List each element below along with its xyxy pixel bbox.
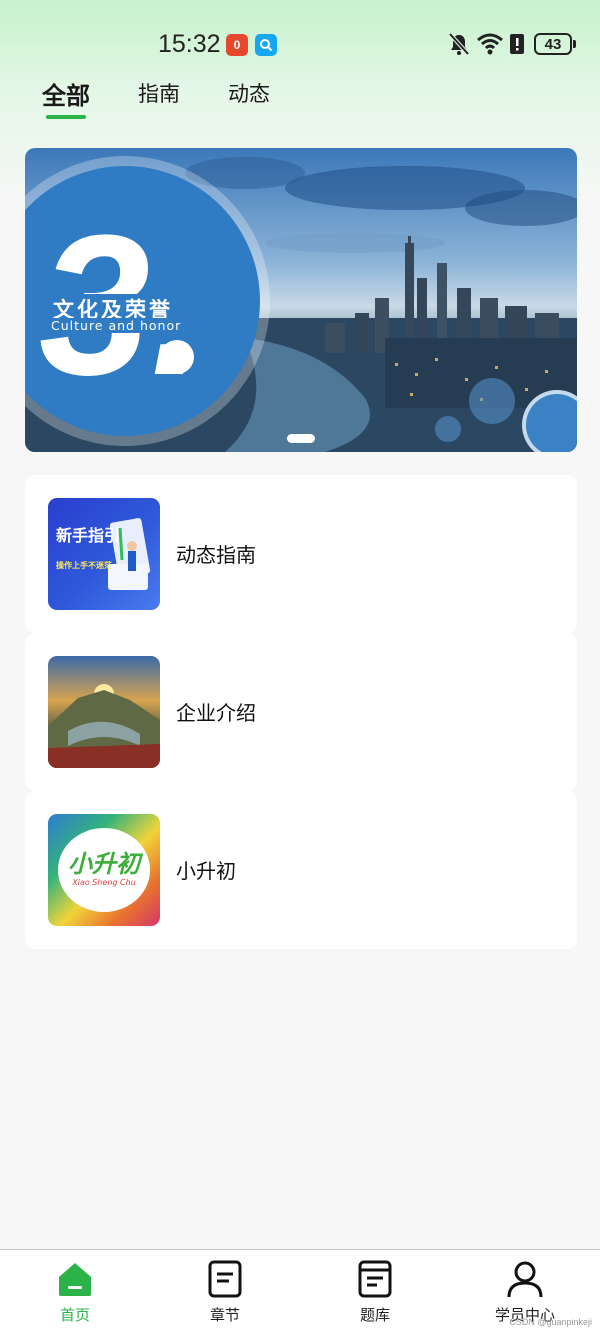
search-app-notification-icon — [255, 34, 277, 56]
banner-dot-decoration — [160, 340, 194, 374]
chapter-icon — [208, 1260, 242, 1298]
list-item-label: 企业介绍 — [176, 701, 256, 725]
nav-item-question-bank[interactable]: 题库 — [300, 1250, 450, 1333]
list-item[interactable]: 新手指引 操作上手不迷茫 动态指南 — [25, 475, 577, 633]
thumbnail-title: 小升初 — [68, 850, 140, 878]
banner-bubble — [435, 416, 461, 442]
list-item-thumbnail: 新手指引 操作上手不迷茫 — [48, 498, 160, 610]
list-item-label: 动态指南 — [176, 543, 256, 567]
thumbnail-subtitle: Xiao Sheng Chu — [72, 878, 136, 887]
banner-carousel[interactable]: 3. 文化及荣誉 Culture and honor — [25, 148, 577, 452]
user-icon — [507, 1261, 543, 1298]
carousel-indicator — [287, 434, 315, 443]
wifi-icon — [477, 33, 503, 55]
status-time: 15:32 — [158, 30, 221, 58]
nav-item-home[interactable]: 首页 — [0, 1250, 150, 1333]
mountain-sunrise-image — [48, 684, 160, 768]
thumbnail-title: 新手指引 — [56, 526, 121, 545]
list-item-thumbnail: 小升初 Xiao Sheng Chu — [48, 814, 160, 926]
tab-active-indicator — [46, 115, 86, 119]
tab-guide[interactable]: 指南 — [138, 78, 180, 108]
app-notification-icon: 0 — [226, 34, 248, 56]
mute-bell-icon — [448, 32, 470, 56]
nav-label: 首页 — [59, 1306, 90, 1324]
nav-item-chapters[interactable]: 章节 — [150, 1250, 300, 1333]
tab-all[interactable]: 全部 — [42, 76, 90, 111]
nav-label: 题库 — [359, 1306, 390, 1324]
list-item-thumbnail — [48, 656, 160, 768]
home-icon — [59, 1263, 91, 1296]
list-item[interactable]: 企业介绍 — [25, 633, 577, 791]
banner-subtitle: Culture and honor — [49, 318, 184, 333]
watermark: CSDN @guanpinkeji — [509, 1317, 592, 1327]
nav-label: 章节 — [209, 1306, 240, 1324]
question-bank-icon — [358, 1260, 392, 1298]
tab-news[interactable]: 动态 — [228, 78, 270, 108]
guide-book-icon — [108, 518, 151, 590]
banner-bubble — [469, 378, 515, 424]
battery-tip — [573, 40, 576, 48]
list-item[interactable]: 小升初 Xiao Sheng Chu 小升初 — [25, 791, 577, 949]
list-item-label: 小升初 — [176, 859, 236, 883]
thumbnail-subtitle: 操作上手不迷茫 — [56, 561, 112, 570]
category-tabs: 全部 指南 动态 — [0, 72, 600, 122]
battery-level: 43 — [534, 33, 572, 55]
battery-alert-icon — [510, 34, 524, 54]
